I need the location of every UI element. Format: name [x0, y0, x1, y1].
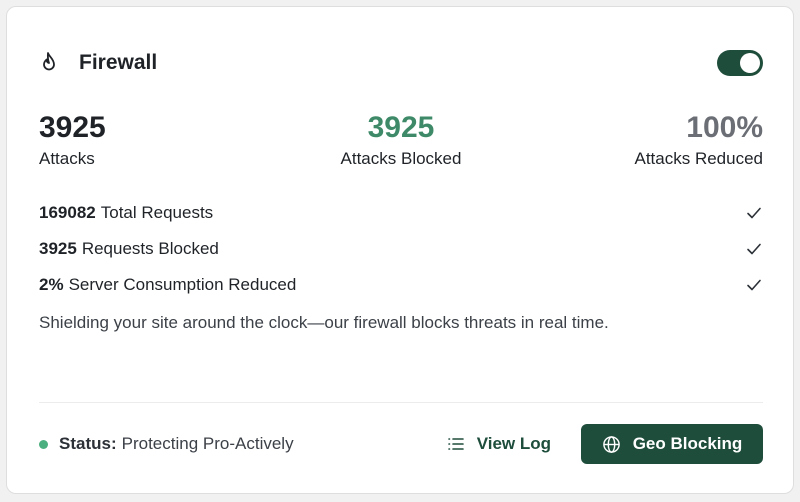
list-item: 2% Server Consumption Reduced: [39, 267, 763, 303]
list-icon: [447, 436, 465, 452]
checks-list: 169082 Total Requests 3925 Requests Bloc…: [39, 195, 763, 303]
stats-row: 3925 Attacks 3925 Attacks Blocked 100% A…: [39, 111, 763, 171]
check-value: 3925: [39, 239, 77, 258]
check-icon: [745, 204, 763, 222]
view-log-label: View Log: [476, 434, 551, 453]
description: Shielding your site around the clock—our…: [39, 313, 609, 332]
geo-blocking-button[interactable]: Geo Blocking: [581, 424, 763, 464]
stat-attacks-blocked-label: Attacks Blocked: [340, 149, 462, 168]
check-text: Requests Blocked: [81, 239, 219, 258]
check-text: Server Consumption Reduced: [68, 275, 297, 294]
status-dot: [39, 439, 48, 449]
check-icon: [745, 240, 763, 258]
stat-attacks-label: Attacks: [39, 149, 95, 168]
stat-attacks-blocked-value: 3925: [367, 111, 435, 144]
geo-blocking-label: Geo Blocking: [632, 434, 743, 453]
firewall-card: Firewall 3925 Attacks 3925 Attacks Block…: [6, 6, 794, 494]
list-item: 3925 Requests Blocked: [39, 231, 763, 267]
stat-attacks: 3925 Attacks: [39, 111, 106, 169]
stat-attacks-value: 3925: [39, 111, 106, 144]
card-header: Firewall: [39, 47, 763, 79]
check-text: Total Requests: [100, 203, 214, 222]
status-label: Status:: [59, 434, 117, 453]
stat-attacks-reduced-label: Attacks Reduced: [634, 149, 763, 168]
check-value: 169082: [39, 203, 96, 222]
stat-attacks-reduced-value: 100%: [686, 111, 763, 144]
globe-icon: [602, 435, 621, 454]
check-value: 2%: [39, 275, 64, 294]
stat-attacks-blocked: 3925 Attacks Blocked: [341, 111, 462, 169]
firewall-toggle[interactable]: [717, 50, 763, 76]
divider: [39, 402, 763, 403]
view-log-button[interactable]: View Log: [433, 424, 565, 464]
list-item: 169082 Total Requests: [39, 195, 763, 231]
stat-attacks-reduced: 100% Attacks Reduced: [634, 111, 763, 169]
card-footer: Status: Protecting Pro-Actively View Log…: [39, 423, 763, 465]
toggle-knob: [740, 53, 760, 73]
card-title: Firewall: [79, 51, 158, 74]
flame-icon: [39, 51, 61, 75]
status-value: Protecting Pro-Actively: [121, 434, 294, 453]
check-icon: [745, 276, 763, 294]
